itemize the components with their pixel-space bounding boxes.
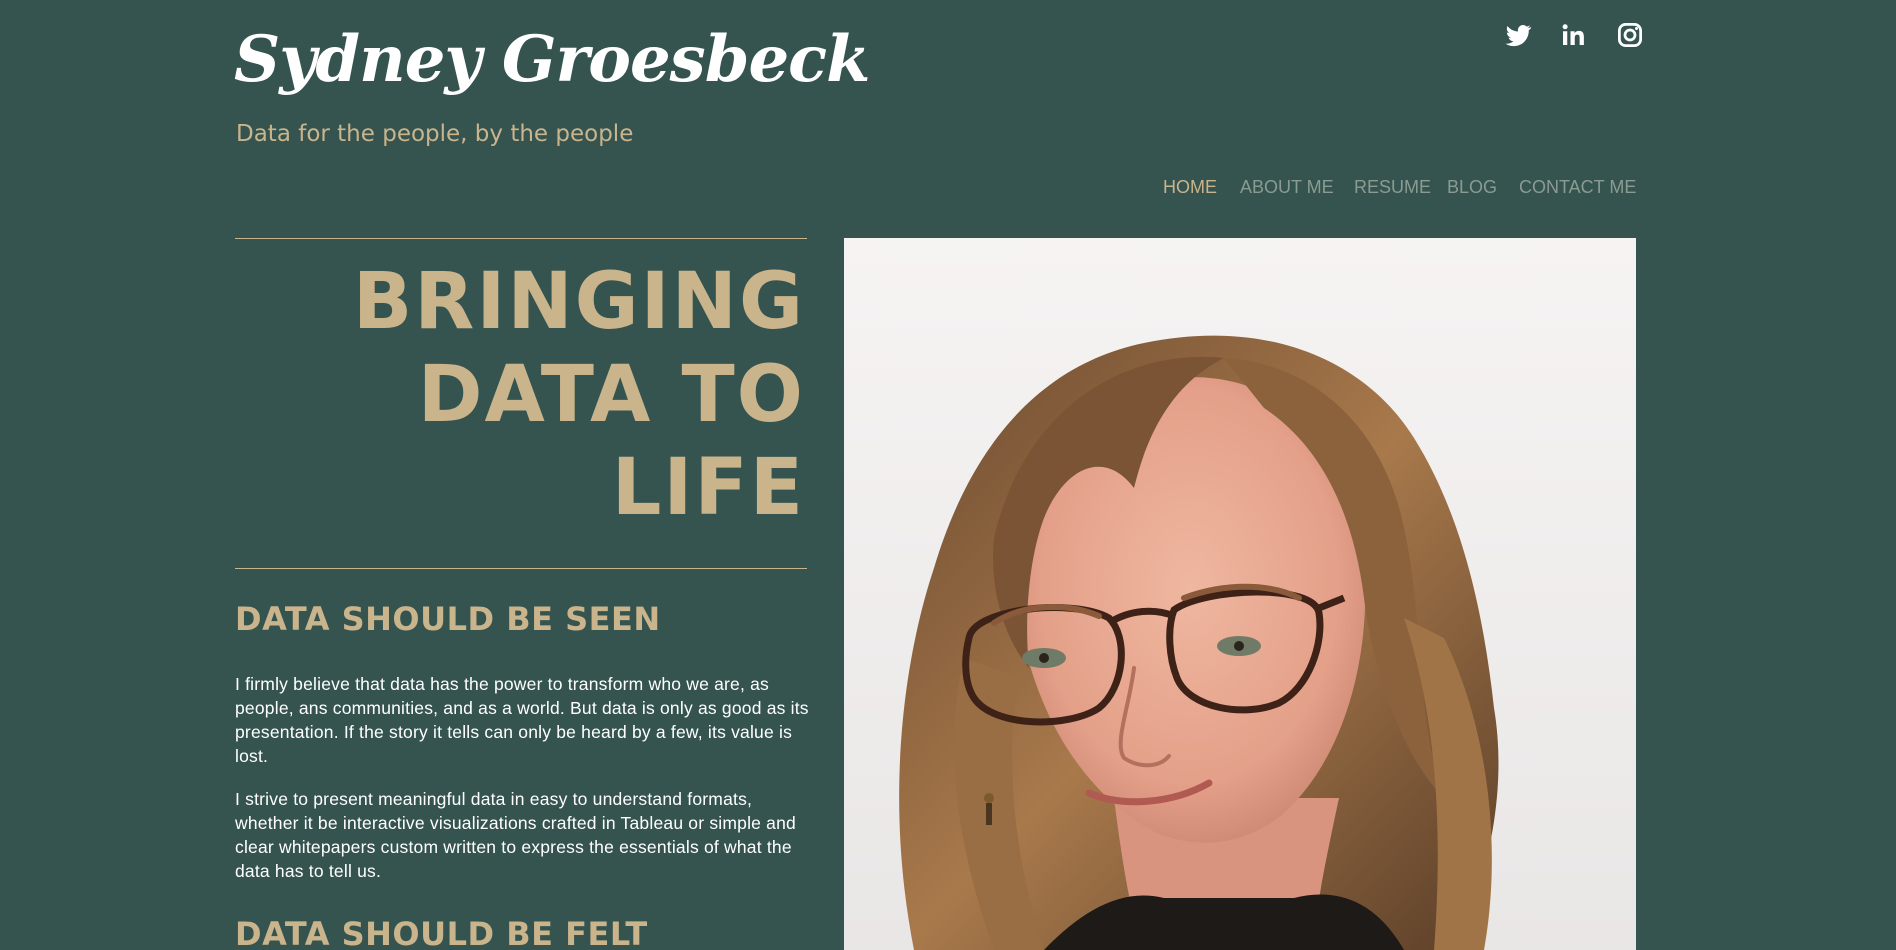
hero-top-divider — [235, 238, 807, 239]
section-heading-seen: DATA SHOULD BE SEEN — [235, 600, 661, 638]
hero-bottom-divider — [235, 568, 807, 569]
section-paragraph: I strive to present meaningful data in e… — [235, 789, 796, 881]
portrait-illustration — [844, 238, 1636, 950]
portrait-photo — [844, 238, 1636, 950]
linkedin-link[interactable] — [1558, 20, 1588, 50]
linkedin-icon — [1562, 24, 1584, 45]
main-nav: HOME ABOUT ME RESUME BLOG CONTACT ME — [0, 174, 1896, 200]
nav-about-me[interactable]: ABOUT ME — [1240, 174, 1334, 200]
hero-line: BRINGING — [352, 257, 805, 347]
hero-heading: BRINGING DATA TO LIFE — [235, 256, 805, 535]
section-paragraph: I firmly believe that data has the power… — [235, 674, 809, 766]
twitter-icon — [1505, 25, 1532, 47]
nav-home[interactable]: HOME — [1163, 174, 1217, 200]
instagram-link[interactable] — [1615, 20, 1645, 50]
instagram-icon — [1618, 23, 1642, 47]
site-tagline: Data for the people, by the people — [236, 121, 634, 147]
nav-blog[interactable]: BLOG — [1447, 174, 1497, 200]
hero-line: LIFE — [611, 443, 805, 533]
social-links — [0, 20, 1896, 50]
twitter-link[interactable] — [1503, 20, 1533, 50]
nav-contact-me[interactable]: CONTACT ME — [1519, 174, 1636, 200]
nav-resume[interactable]: RESUME — [1354, 174, 1431, 200]
hero-line: DATA TO — [417, 350, 805, 440]
section-heading-felt: DATA SHOULD BE FELT — [235, 915, 648, 950]
